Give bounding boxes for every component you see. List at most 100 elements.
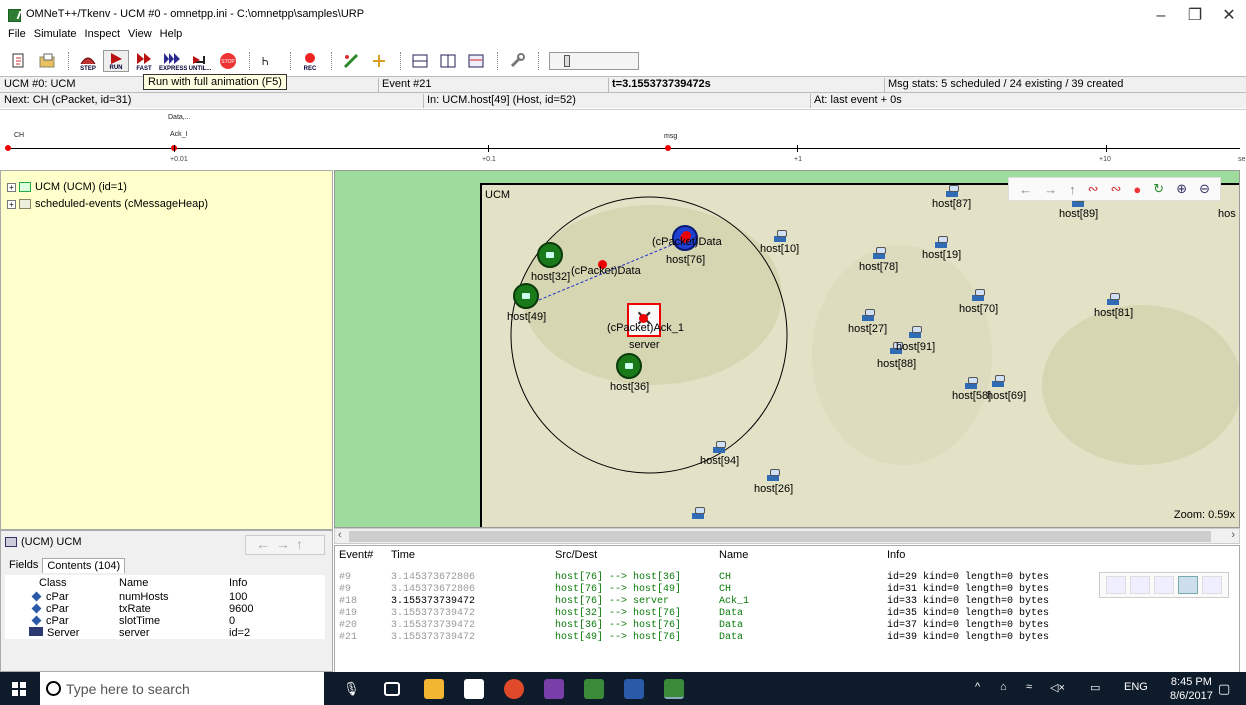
- menu-inspect[interactable]: Inspect: [85, 28, 120, 46]
- message-view-icon[interactable]: [1178, 576, 1198, 594]
- column-header-time[interactable]: Time: [391, 549, 415, 561]
- new-run-button[interactable]: [6, 50, 32, 72]
- tree-item-ucm[interactable]: + UCM (UCM) (id=1): [7, 180, 127, 194]
- zoom-out-icon[interactable]: ⊖: [1199, 181, 1210, 197]
- table-row[interactable]: cPar txRate 9600: [5, 603, 325, 615]
- wifi-icon[interactable]: ≈: [1026, 681, 1032, 693]
- find-button[interactable]: Ꮒ: [256, 50, 282, 72]
- table-row[interactable]: cPar numHosts 100: [5, 591, 325, 603]
- timeline-event[interactable]: [665, 145, 671, 151]
- taskbar-clock[interactable]: 8:45 PM 8/6/2017: [1170, 675, 1213, 703]
- column-header-name[interactable]: Name: [719, 549, 748, 561]
- scrollbar-thumb[interactable]: [349, 531, 1211, 542]
- tree-item-scheduled-events[interactable]: + scheduled-events (cMessageHeap): [7, 197, 208, 211]
- host-icon[interactable]: [963, 377, 981, 391]
- mail-icon[interactable]: [464, 679, 484, 699]
- host-icon[interactable]: [907, 326, 925, 340]
- column-header-info[interactable]: Info: [887, 549, 905, 561]
- express-button[interactable]: EXPRESS: [159, 50, 187, 72]
- word-icon[interactable]: [624, 679, 644, 699]
- timeline-event[interactable]: [5, 145, 11, 151]
- slider-thumb[interactable]: [564, 55, 570, 67]
- scroll-right-icon[interactable]: ›: [1231, 529, 1235, 541]
- options-button[interactable]: [504, 50, 530, 72]
- show-hidden-icons-icon[interactable]: ^: [975, 681, 980, 693]
- language-indicator[interactable]: ENG: [1124, 681, 1148, 693]
- timeline-button[interactable]: [463, 50, 489, 72]
- object-tree[interactable]: + UCM (UCM) (id=1) + scheduled-events (c…: [0, 170, 333, 530]
- layout-horizontal-button[interactable]: [407, 50, 433, 72]
- chrome-icon[interactable]: [504, 679, 524, 699]
- scroll-left-icon[interactable]: ‹: [338, 529, 342, 541]
- taskbar-search-input[interactable]: Type here to search: [40, 672, 324, 705]
- notifications-icon[interactable]: ▢: [1218, 681, 1230, 697]
- run-button[interactable]: RUN: [103, 50, 129, 72]
- column-header-src-dest[interactable]: Src/Dest: [555, 549, 597, 561]
- network-icon[interactable]: ⌂: [1000, 681, 1007, 693]
- app-icon[interactable]: [584, 679, 604, 699]
- column-header-class[interactable]: Class: [5, 575, 115, 591]
- filter-icon[interactable]: [1154, 576, 1174, 594]
- maximize-button[interactable]: ❐: [1180, 5, 1210, 27]
- stop-button[interactable]: STOP: [215, 50, 241, 72]
- host-32-node[interactable]: [537, 242, 563, 268]
- host-icon[interactable]: [944, 185, 962, 199]
- host-36-node[interactable]: [616, 353, 642, 379]
- tab-contents[interactable]: Contents (104): [42, 558, 126, 573]
- step-button[interactable]: STEP: [75, 50, 101, 72]
- volume-icon[interactable]: ◁×: [1050, 681, 1065, 694]
- column-header-name[interactable]: Name: [115, 575, 225, 591]
- contents-table[interactable]: Class Name Info cPar numHosts 100 cPar t…: [5, 575, 325, 639]
- column-header-info[interactable]: Info: [225, 575, 325, 591]
- table-row[interactable]: cPar slotTime 0: [5, 615, 325, 627]
- close-button[interactable]: ✕: [1214, 5, 1244, 27]
- table-row[interactable]: Server server id=2: [5, 627, 325, 639]
- host-icon[interactable]: [1105, 293, 1123, 307]
- matlab-icon[interactable]: [544, 679, 564, 699]
- host-icon[interactable]: [970, 289, 988, 303]
- event-log[interactable]: Event# Time Src/Dest Name Info #9 3.1453…: [334, 545, 1240, 673]
- load-ned-button[interactable]: [34, 50, 60, 72]
- omnetpp-taskbar-icon[interactable]: [664, 679, 684, 699]
- refresh-icon[interactable]: ↻: [1153, 181, 1164, 197]
- menu-help[interactable]: Help: [160, 28, 183, 46]
- host-49-node[interactable]: [513, 283, 539, 309]
- host-icon[interactable]: [711, 441, 729, 455]
- host-icon[interactable]: [772, 230, 790, 244]
- column-header-event[interactable]: Event#: [339, 549, 373, 561]
- file-explorer-icon[interactable]: [424, 679, 444, 699]
- network-canvas[interactable]: UCM host[32] host[49] host[76] host[36] …: [334, 170, 1240, 528]
- host-icon[interactable]: [871, 247, 889, 261]
- animation-back-icon[interactable]: ∾: [1088, 181, 1099, 197]
- task-view-icon[interactable]: [384, 682, 400, 696]
- menu-view[interactable]: View: [128, 28, 152, 46]
- zoom-in-icon[interactable]: ⊕: [1176, 181, 1187, 197]
- back-arrow-icon[interactable]: ←: [1019, 182, 1032, 197]
- line-view-icon[interactable]: [1202, 576, 1222, 594]
- until-button[interactable]: UNTIL...: [187, 50, 213, 72]
- keyboard-icon[interactable]: ▭: [1090, 681, 1100, 694]
- animation-speed-slider[interactable]: [549, 52, 639, 70]
- inspect-messages-button[interactable]: [366, 50, 392, 72]
- tab-fields[interactable]: Fields: [5, 558, 42, 573]
- windows-start-icon[interactable]: [12, 682, 26, 696]
- inspector-nav-arrows[interactable]: ←→↑: [245, 535, 325, 555]
- expand-icon[interactable]: +: [7, 182, 16, 192]
- menu-simulate[interactable]: Simulate: [34, 28, 77, 46]
- ucm-module-area[interactable]: UCM host[32] host[49] host[76] host[36] …: [480, 183, 1239, 527]
- copy-icon[interactable]: [1106, 576, 1126, 594]
- inspect-network-button[interactable]: [338, 50, 364, 72]
- stop-icon[interactable]: ●: [1133, 182, 1141, 197]
- expand-icon[interactable]: +: [7, 199, 16, 209]
- animation-forward-icon[interactable]: ∾: [1111, 181, 1122, 197]
- menu-file[interactable]: File: [8, 28, 26, 46]
- forward-arrow-icon[interactable]: →: [1044, 182, 1057, 197]
- up-arrow-icon[interactable]: ↑: [1069, 182, 1076, 197]
- host-icon[interactable]: [860, 309, 878, 323]
- fast-button[interactable]: FAST: [131, 50, 157, 72]
- canvas-horizontal-scrollbar[interactable]: ‹ ›: [334, 528, 1240, 544]
- record-button[interactable]: REC: [297, 50, 323, 72]
- edit-icon[interactable]: [1130, 576, 1150, 594]
- minimize-button[interactable]: –: [1146, 5, 1176, 27]
- host-icon[interactable]: [690, 507, 708, 521]
